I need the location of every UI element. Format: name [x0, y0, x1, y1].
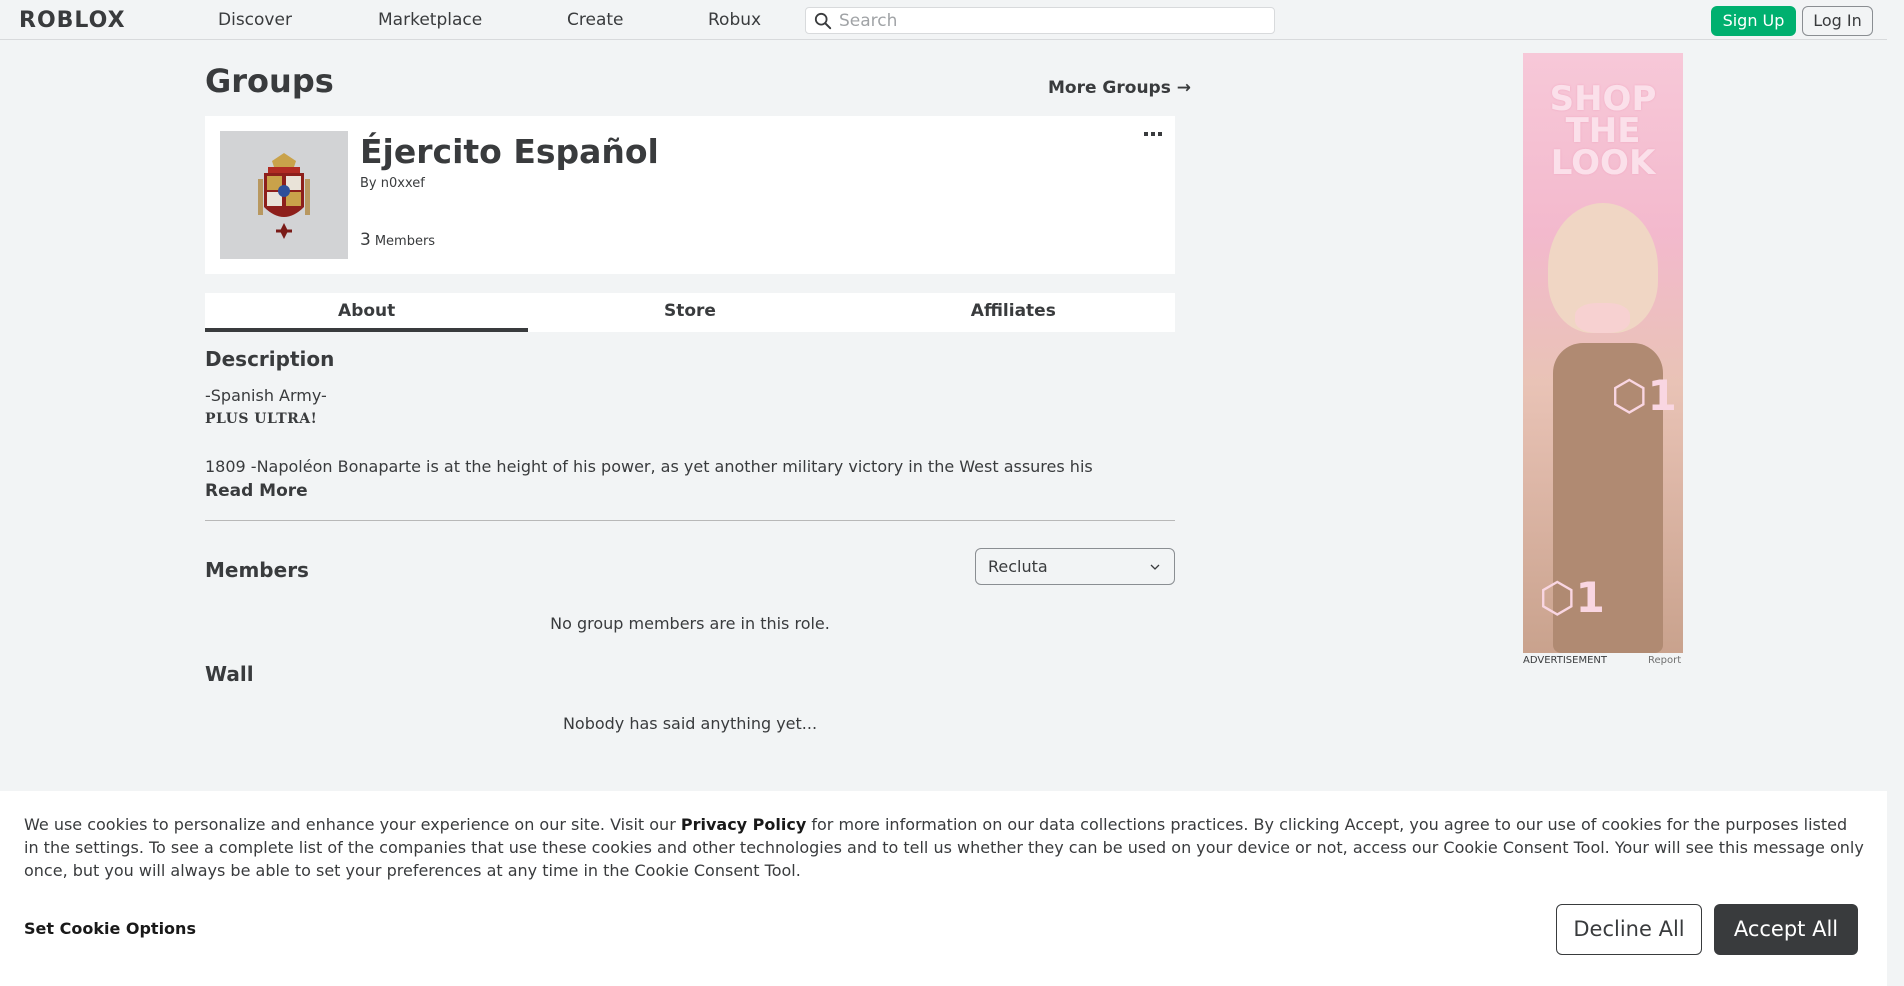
wall-empty-message: Nobody has said anything yet... — [562, 714, 818, 733]
ad-report-link[interactable]: Report — [1648, 655, 1681, 666]
search-input[interactable]: Search — [805, 7, 1275, 34]
read-more-link[interactable]: Read More — [205, 481, 308, 501]
group-owner: By n0xxef — [360, 176, 425, 191]
log-in-button[interactable]: Log In — [1802, 6, 1873, 36]
ad-price-tag: ⬡1 — [1539, 573, 1605, 622]
nav-link-robux[interactable]: Robux — [708, 10, 761, 30]
role-dropdown-value: Recluta — [988, 557, 1048, 576]
section-divider — [205, 520, 1175, 521]
tab-store[interactable]: Store — [528, 293, 851, 332]
description-line: 1809 -Napoléon Bonaparte is at the heigh… — [205, 457, 1093, 476]
tab-about[interactable]: About — [205, 293, 529, 332]
role-dropdown[interactable]: Recluta — [975, 548, 1175, 585]
ad-price-tag: ⬡1 — [1611, 371, 1677, 420]
cookie-text: We use cookies to personalize and enhanc… — [24, 815, 681, 834]
owner-link[interactable]: n0xxef — [381, 176, 425, 191]
coat-of-arms-icon — [220, 131, 348, 259]
advertisement-banner[interactable]: SHOP THE LOOK ⬡1 ⬡1 — [1523, 53, 1683, 653]
page-title: Groups — [205, 62, 334, 100]
page-scrollbar[interactable] — [1887, 0, 1904, 986]
advertisement-label: ADVERTISEMENT — [1523, 655, 1608, 666]
member-count: 3 Members — [360, 230, 435, 250]
member-count-number: 3 — [360, 230, 371, 250]
member-count-label: Members — [374, 234, 436, 249]
ad-avatar-face — [1575, 303, 1630, 333]
search-placeholder: Search — [839, 11, 898, 31]
top-navigation-bar: ROBLOX Discover Marketplace Create Robux… — [0, 0, 1887, 40]
description-title: Description — [205, 347, 335, 371]
more-options-icon[interactable] — [1144, 130, 1162, 140]
accept-all-button[interactable]: Accept All — [1714, 904, 1858, 955]
cookie-message: We use cookies to personalize and enhanc… — [24, 813, 1864, 882]
decline-all-button[interactable]: Decline All — [1556, 904, 1702, 955]
ad-headline: SHOP THE LOOK — [1549, 79, 1657, 183]
sign-up-button[interactable]: Sign Up — [1711, 6, 1796, 36]
description-line: -Spanish Army- — [205, 386, 327, 405]
group-name: Éjercito Español — [360, 132, 659, 171]
cookie-consent-banner: We use cookies to personalize and enhanc… — [0, 791, 1887, 986]
members-empty-message: No group members are in this role. — [550, 614, 830, 633]
group-header-card: Éjercito Español By n0xxef 3 Members — [205, 116, 1175, 274]
description-motto: PLUS ULTRA! — [205, 411, 318, 427]
chevron-down-icon — [1150, 564, 1160, 570]
search-icon — [814, 12, 832, 30]
tab-affiliates[interactable]: Affiliates — [852, 293, 1175, 332]
privacy-policy-link[interactable]: Privacy Policy — [681, 815, 806, 834]
group-tabs: About Store Affiliates — [205, 293, 1175, 332]
members-title: Members — [205, 558, 309, 582]
by-label: By — [360, 176, 377, 191]
set-cookie-options-link[interactable]: Set Cookie Options — [24, 919, 196, 938]
wall-title: Wall — [205, 662, 254, 686]
group-emblem-image — [220, 131, 348, 259]
nav-link-discover[interactable]: Discover — [218, 10, 292, 30]
nav-link-marketplace[interactable]: Marketplace — [378, 10, 482, 30]
nav-link-create[interactable]: Create — [567, 10, 624, 30]
roblox-logo[interactable]: ROBLOX — [19, 8, 126, 33]
more-groups-link[interactable]: More Groups → — [1048, 78, 1191, 98]
